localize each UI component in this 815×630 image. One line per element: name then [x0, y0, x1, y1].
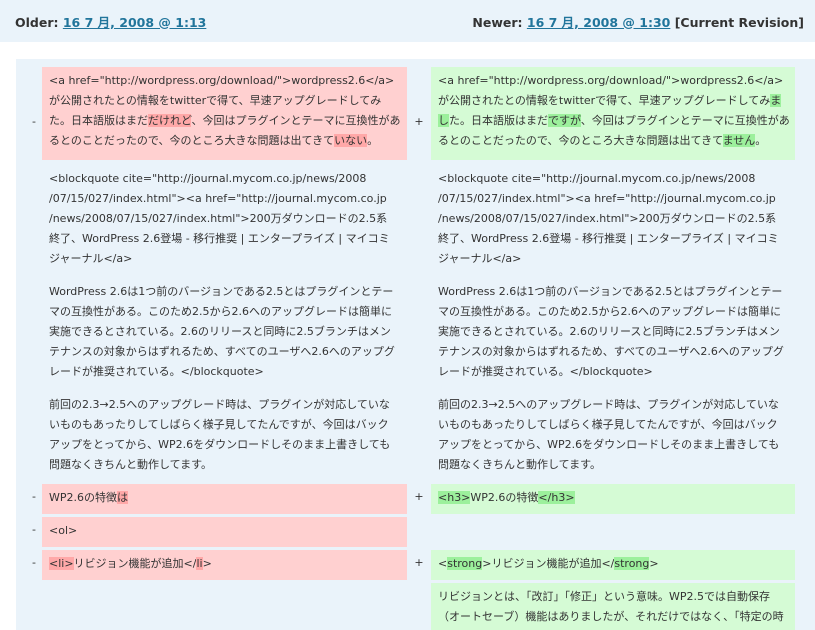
diff-text: /news/2008/07/15/027/index.html">200万ダウン…: [438, 212, 777, 225]
inserted-word: strong: [447, 557, 483, 570]
deleted-marker: -: [32, 556, 36, 569]
diff-text: レードが推奨されている。</blockquote>: [49, 365, 264, 378]
diff-row: <blockquote cite="http://journal.mycom.c…: [16, 165, 815, 275]
diff-text: ジャーナル</a>: [49, 252, 133, 265]
inserted-line: <strong>リビジョン機能が追加</strong>: [431, 550, 795, 580]
diff-text: （オートセーブ）機能はありましたが、それだけではなく、「特定の時: [438, 610, 784, 623]
diff-text: /07/15/027/index.html"><a href="http://j…: [49, 192, 387, 205]
diff-row: 前回の2.3→2.5へのアップグレード時は、プラグインが対応していな いものもあ…: [16, 391, 815, 481]
inserted-word: ま: [770, 94, 782, 107]
deleted-word: だけれど: [148, 114, 192, 127]
deleted-line: <li>リビジョン機能が追加</li>: [42, 550, 407, 580]
diff-text: <a href="http://wordpress.org/download/"…: [49, 74, 395, 87]
inserted-word: </h3>: [538, 491, 575, 504]
diff-row: - WP2.6の特徴は + <h3>WP2.6の特徴</h3>: [16, 484, 815, 514]
diff-text: /07/15/027/index.html"><a href="http://j…: [438, 192, 776, 205]
diff-text: <ol>: [49, 524, 78, 537]
diff-text: マの互換性がある。このため2.5から2.6へのアップグレードは簡単に: [438, 305, 781, 318]
diff-text: るとのことだったので、今のところ大きな問題は出てきていない。: [49, 134, 379, 147]
diff-text: るとのことだったので、今のところ大きな問題は出てきてません。: [438, 134, 767, 147]
diff-table: - <a href="http://wordpress.org/download…: [16, 59, 815, 630]
inserted-marker: +: [414, 556, 424, 569]
diff-text: <a href="http://wordpress.org/download/"…: [438, 74, 784, 87]
diff-text: WordPress 2.6は1つ前のバージョンである2.5とはプラグインとテー: [49, 285, 394, 298]
diff-text: 前回の2.3→2.5へのアップグレード時は、プラグインが対応していな: [49, 398, 390, 411]
context-line: <blockquote cite="http://journal.mycom.c…: [42, 165, 407, 275]
diff-text: マの互換性がある。このため2.5から2.6へのアップグレードは簡単に: [49, 305, 392, 318]
diff-row: - <li>リビジョン機能が追加</li> + <strong>リビジョン機能が…: [16, 550, 815, 580]
deleted-word: いない: [334, 134, 368, 147]
diff-text: ジャーナル</a>: [438, 252, 522, 265]
diff-text: が公開されたとの情報をtwitterで得て、早速アップグレードしてみ: [49, 94, 382, 107]
inserted-word: ですが: [548, 114, 581, 127]
older-revision-link[interactable]: 16 7 月, 2008 @ 1:13: [63, 15, 206, 30]
diff-text: レードが推奨されている。</blockquote>: [438, 365, 653, 378]
deleted-line: <ol>: [42, 517, 407, 547]
revision-compare-header: Older: 16 7 月, 2008 @ 1:13 Newer: 16 7 月…: [0, 0, 815, 42]
older-label: Older:: [15, 14, 59, 30]
deleted-marker: -: [32, 490, 36, 503]
diff-text: WP2.6の特徴は: [49, 491, 129, 504]
inserted-marker: +: [414, 115, 424, 128]
diff-text: /news/2008/07/15/027/index.html">200万ダウン…: [49, 212, 388, 225]
inserted-line: リビジョンとは、「改訂」「修正」という意味。WP2.5では自動保存 （オートセー…: [431, 583, 795, 630]
diff-text: テナンスの対象からはずれるため、すべてのユーザへ2.6へのアップグ: [49, 345, 395, 358]
deleted-marker: -: [32, 115, 36, 128]
inserted-word: ません: [722, 134, 756, 147]
inserted-word: strong: [614, 557, 650, 570]
diff-text: WordPress 2.6は1つ前のバージョンである2.5とはプラグインとテー: [438, 285, 783, 298]
diff-text: テナンスの対象からはずれるため、すべてのユーザへ2.6へのアップグ: [438, 345, 784, 358]
current-revision-label: [Current Revision]: [674, 14, 804, 30]
diff-text: <h3>WP2.6の特徴</h3>: [438, 491, 575, 504]
diff-text: 終了、WordPress 2.6登場 - 移行推奨 | エンタープライズ | マ…: [49, 232, 390, 245]
newer-revision-link[interactable]: 16 7 月, 2008 @ 1:30: [527, 15, 670, 30]
inserted-word: <h3>: [438, 491, 471, 504]
context-line: WordPress 2.6は1つ前のバージョンである2.5とはプラグインとテー …: [431, 278, 795, 388]
diff-text: いものもあったりしてしばらく様子見してたんですが、今回はバック: [438, 418, 778, 431]
diff-row: WordPress 2.6は1つ前のバージョンである2.5とはプラグインとテー …: [16, 278, 815, 388]
deleted-marker: -: [32, 523, 36, 536]
diff-text: <strong>リビジョン機能が追加</strong>: [438, 557, 659, 570]
diff-text: 前回の2.3→2.5へのアップグレード時は、プラグインが対応していな: [438, 398, 779, 411]
diff-text: <blockquote cite="http://journal.mycom.c…: [49, 172, 367, 185]
deleted-line: <a href="http://wordpress.org/download/"…: [42, 67, 407, 160]
inserted-line: <h3>WP2.6の特徴</h3>: [431, 484, 795, 514]
diff-text: が公開されたとの情報をtwitterで得て、早速アップグレードしてみま: [438, 94, 782, 107]
diff-text: アップをとってから、WP2.6をダウンロードしそのまま上書きしても: [438, 438, 780, 451]
diff-text: <blockquote cite="http://journal.mycom.c…: [438, 172, 756, 185]
context-line: <blockquote cite="http://journal.mycom.c…: [431, 165, 795, 275]
newer-revision: Newer: 16 7 月, 2008 @ 1:30 [Current Revi…: [472, 12, 804, 31]
diff-text: 問題なくきちんと動作してます。: [49, 458, 213, 471]
deleted-word: は: [117, 491, 129, 504]
diff-text: た。日本語版はまだだけれど、今回はプラグインとテーマに互換性があ: [49, 114, 401, 127]
inserted-word: し: [438, 114, 449, 127]
context-line: 前回の2.3→2.5へのアップグレード時は、プラグインが対応していな いものもあ…: [431, 391, 795, 481]
diff-row: - <a href="http://wordpress.org/download…: [16, 67, 815, 160]
diff-text: 終了、WordPress 2.6登場 - 移行推奨 | エンタープライズ | マ…: [438, 232, 779, 245]
older-revision: Older: 16 7 月, 2008 @ 1:13: [15, 12, 206, 31]
inserted-marker: +: [414, 490, 424, 503]
diff-text: アップをとってから、WP2.6をダウンロードしそのまま上書きしても: [49, 438, 391, 451]
inserted-line: <a href="http://wordpress.org/download/"…: [431, 67, 795, 160]
diff-text: した。日本語版はまだですが、今回はプラグインとテーマに互換性があ: [438, 114, 790, 127]
diff-row: - <ol>: [16, 517, 815, 547]
diff-text: <li>リビジョン機能が追加</li>: [49, 557, 212, 570]
context-line: WordPress 2.6は1つ前のバージョンである2.5とはプラグインとテー …: [42, 278, 407, 388]
diff-text: リビジョンとは、「改訂」「修正」という意味。WP2.5では自動保存: [438, 590, 771, 603]
diff-row: リビジョンとは、「改訂」「修正」という意味。WP2.5では自動保存 （オートセー…: [16, 583, 815, 630]
deleted-word: <li>: [49, 557, 74, 570]
diff-text: 実施できるとされている。2.6のリリースと同時に2.5ブランチはメン: [438, 325, 780, 338]
diff-text: 問題なくきちんと動作してます。: [438, 458, 602, 471]
newer-label: Newer:: [472, 14, 523, 30]
deleted-line: WP2.6の特徴は: [42, 484, 407, 514]
diff-text: いものもあったりしてしばらく様子見してたんですが、今回はバック: [49, 418, 389, 431]
diff-text: 実施できるとされている。2.6のリリースと同時に2.5ブランチはメン: [49, 325, 391, 338]
context-line: 前回の2.3→2.5へのアップグレード時は、プラグインが対応していな いものもあ…: [42, 391, 407, 481]
